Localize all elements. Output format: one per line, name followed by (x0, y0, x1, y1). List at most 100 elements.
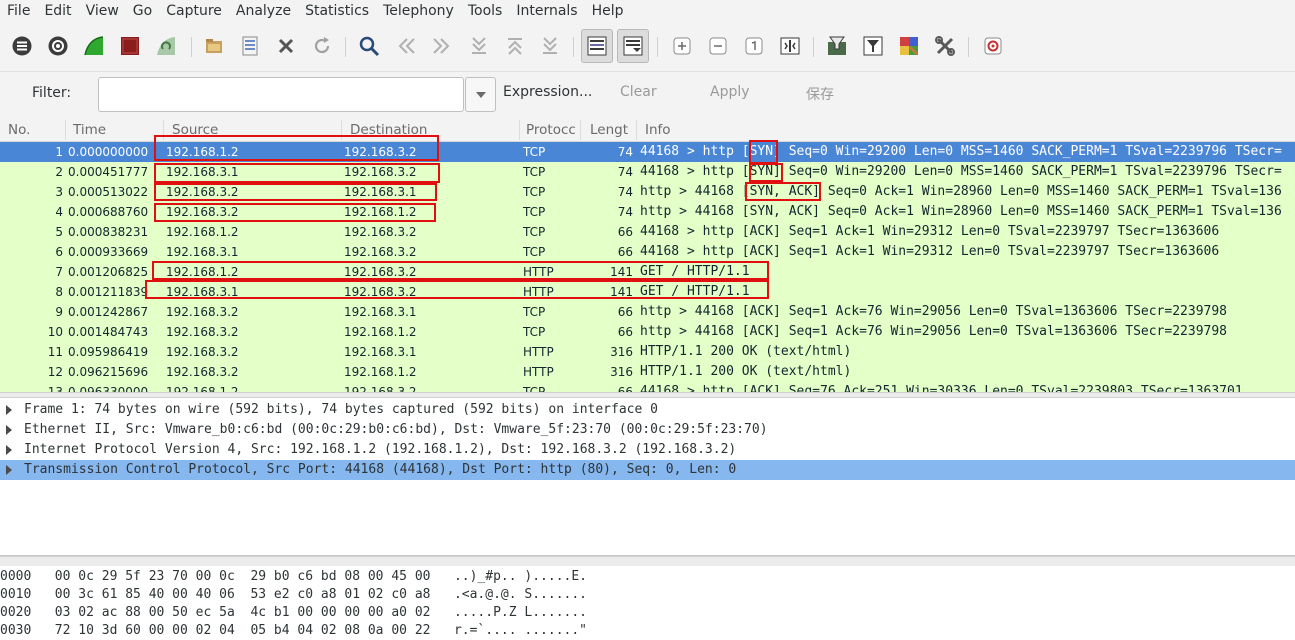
detail-tree-item[interactable]: Ethernet II, Src: Vmware_b0:c6:bd (00:0c… (0, 420, 1295, 440)
interfaces-list-icon[interactable] (9, 33, 35, 59)
menu-go[interactable]: Go (126, 0, 159, 22)
column-header-no[interactable]: No. (8, 122, 60, 138)
preferences-icon[interactable] (932, 33, 958, 59)
coloring-rules-icon[interactable] (896, 33, 922, 59)
packet-length: 74 (617, 185, 633, 199)
packet-row[interactable]: 3 0.000513022 192.168.3.2 192.168.3.1 TCP 74 h… (0, 182, 1295, 202)
packet-source: 192.168.3.2 (166, 325, 239, 339)
expand-arrow-icon[interactable] (6, 425, 12, 435)
packet-destination: 192.168.3.1 (344, 305, 417, 319)
packet-row[interactable]: 8 0.001211839 192.168.3.1 192.168.3.2 HTTP 14… (0, 282, 1295, 302)
restart-capture-icon[interactable] (153, 33, 179, 59)
normal-size-icon[interactable] (741, 33, 767, 59)
packet-destination: 192.168.1.2 (344, 365, 417, 379)
packet-no: 1 (55, 145, 63, 159)
packet-row[interactable]: 7 0.001206825 192.168.1.2 192.168.3.2 HTTP 14… (0, 262, 1295, 282)
column-header-source[interactable]: Source (172, 122, 332, 138)
column-header-info[interactable]: Info (645, 122, 745, 138)
clear-button[interactable]: Clear (620, 84, 657, 100)
auto-scroll-icon[interactable] (617, 29, 649, 63)
column-header-destination[interactable]: Destination (350, 122, 510, 138)
detail-text: Ethernet II, Src: Vmware_b0:c6:bd (00:0c… (24, 422, 768, 437)
packet-destination: 192.168.3.2 (344, 385, 417, 392)
packet-protocol: TCP (523, 205, 546, 219)
packet-info: http > 44168 [SYN, ACK] Seq=0 Ack=1 Win=… (640, 184, 1282, 199)
packet-row[interactable]: 13 0.096330000 192.168.1.2 192.168.3.2 TCP 66… (0, 382, 1295, 392)
menu-help[interactable]: Help (585, 0, 631, 22)
packet-row[interactable]: 12 0.096215696 192.168.3.2 192.168.1.2 HTTP 3… (0, 362, 1295, 382)
apply-button[interactable]: Apply (710, 84, 750, 100)
expand-arrow-icon[interactable] (6, 445, 12, 455)
start-capture-icon[interactable] (81, 33, 107, 59)
packet-length: 141 (610, 285, 633, 299)
reload-icon[interactable] (309, 33, 335, 59)
packet-list[interactable]: 1 0.000000000 192.168.1.2 192.168.3.2 TCP 74 4… (0, 142, 1295, 392)
go-back-icon[interactable] (393, 33, 419, 59)
expression-button[interactable]: Expression... (503, 84, 592, 100)
column-divider[interactable] (341, 120, 342, 140)
save-file-icon[interactable] (237, 33, 263, 59)
packet-row[interactable]: 5 0.000838231 192.168.1.2 192.168.3.2 TCP 66 4… (0, 222, 1295, 242)
packet-info: 44168 > http [ACK] Seq=76 Ack=251 Win=30… (640, 384, 1243, 392)
packet-row[interactable]: 1 0.000000000 192.168.1.2 192.168.3.2 TCP 74 4… (0, 142, 1295, 162)
expand-arrow-icon[interactable] (6, 405, 12, 415)
find-packet-icon[interactable] (356, 33, 382, 59)
go-forward-icon[interactable] (429, 33, 455, 59)
menu-telephony[interactable]: Telephony (376, 0, 461, 22)
first-packet-icon[interactable] (502, 33, 528, 59)
packet-length: 316 (610, 345, 633, 359)
column-divider[interactable] (519, 120, 520, 140)
save-filter-button[interactable]: 保存 (806, 84, 834, 104)
packet-details-tree[interactable]: Frame 1: 74 bytes on wire (592 bits), 74… (0, 398, 1295, 556)
packet-length: 141 (610, 265, 633, 279)
help-icon[interactable] (980, 33, 1006, 59)
packet-row[interactable]: 9 0.001242867 192.168.3.2 192.168.3.1 TCP 66 h… (0, 302, 1295, 322)
column-divider[interactable] (636, 120, 637, 140)
open-file-icon[interactable] (201, 33, 227, 59)
menu-analyze[interactable]: Analyze (229, 0, 298, 22)
packet-destination: 192.168.3.2 (344, 225, 417, 239)
packet-bytes-pane[interactable]: 0000 00 0c 29 5f 23 70 00 0c 29 b0 c6 bd… (0, 566, 1295, 640)
menu-edit[interactable]: Edit (37, 0, 78, 22)
detail-tree-item[interactable]: Internet Protocol Version 4, Src: 192.16… (0, 440, 1295, 460)
packet-row[interactable]: 4 0.000688760 192.168.3.2 192.168.1.2 TCP 74 h… (0, 202, 1295, 222)
menu-tools[interactable]: Tools (461, 0, 510, 22)
display-filters-icon[interactable] (860, 33, 886, 59)
stop-capture-icon[interactable] (117, 33, 143, 59)
capture-filters-icon[interactable] (824, 33, 850, 59)
colorize-icon[interactable] (581, 29, 613, 63)
go-to-packet-icon[interactable] (466, 33, 492, 59)
detail-tree-item[interactable]: Frame 1: 74 bytes on wire (592 bits), 74… (0, 400, 1295, 420)
zoom-out-icon[interactable] (705, 33, 731, 59)
capture-options-icon[interactable] (45, 33, 71, 59)
menu-view[interactable]: View (79, 0, 126, 22)
pane-splitter[interactable] (0, 556, 1295, 566)
resize-columns-icon[interactable] (777, 33, 803, 59)
close-file-icon[interactable] (273, 33, 299, 59)
filter-input[interactable] (98, 77, 464, 112)
packet-info: http > 44168 [ACK] Seq=1 Ack=76 Win=2905… (640, 324, 1227, 339)
column-divider[interactable] (580, 120, 581, 140)
column-divider[interactable] (65, 120, 66, 140)
filter-dropdown-button[interactable] (465, 77, 496, 112)
column-header-length[interactable]: Lengt (590, 122, 632, 138)
expand-arrow-icon[interactable] (6, 465, 12, 475)
detail-tree-item[interactable]: Transmission Control Protocol, Src Port:… (0, 460, 1295, 480)
menu-file[interactable]: File (0, 0, 37, 22)
last-packet-icon[interactable] (537, 33, 563, 59)
packet-row[interactable]: 10 0.001484743 192.168.3.2 192.168.1.2 TCP 66… (0, 322, 1295, 342)
packet-row[interactable]: 2 0.000451777 192.168.3.1 192.168.3.2 TCP 74 4… (0, 162, 1295, 182)
packet-protocol: HTTP (523, 345, 554, 359)
menu-internals[interactable]: Internals (509, 0, 584, 22)
packet-info: http > 44168 [SYN, ACK] Seq=0 Ack=1 Win=… (640, 204, 1282, 219)
menu-capture[interactable]: Capture (159, 0, 229, 22)
packet-row[interactable]: 11 0.095986419 192.168.3.2 192.168.3.1 HTTP 3… (0, 342, 1295, 362)
packet-length: 316 (610, 365, 633, 379)
packet-protocol: TCP (523, 225, 546, 239)
packet-row[interactable]: 6 0.000933669 192.168.3.1 192.168.3.2 TCP 66 4… (0, 242, 1295, 262)
column-header-time[interactable]: Time (73, 122, 158, 138)
column-header-protocol[interactable]: Protocc (526, 122, 578, 138)
menu-statistics[interactable]: Statistics (298, 0, 376, 22)
column-divider[interactable] (163, 120, 164, 140)
zoom-in-icon[interactable] (669, 33, 695, 59)
